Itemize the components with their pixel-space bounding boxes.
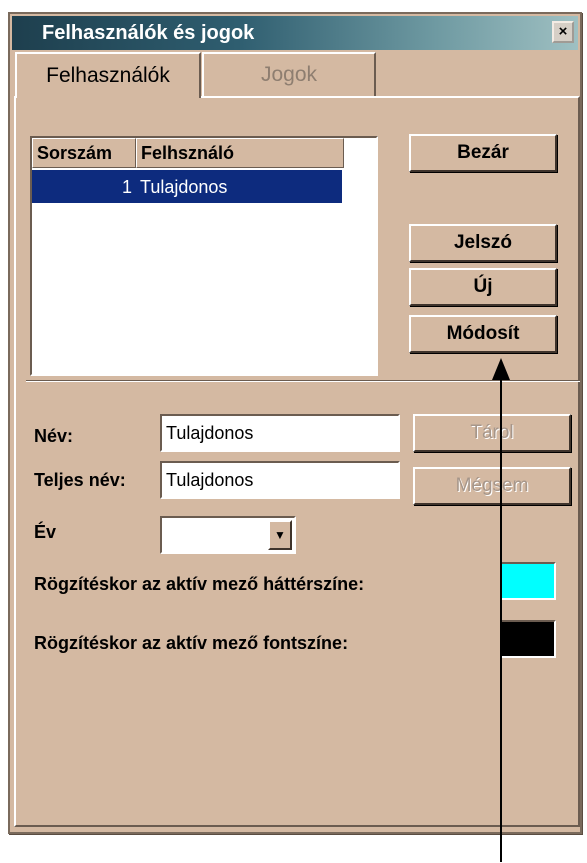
close-button[interactable]: Bezár <box>409 134 557 172</box>
close-icon[interactable]: × <box>552 21 574 43</box>
section-divider <box>26 380 580 382</box>
users-list[interactable]: Sorszám Felhsználó 1 Tulajdonos <box>30 136 378 376</box>
store-button[interactable]: Tárol <box>413 414 571 452</box>
modify-button[interactable]: Módosít <box>409 315 557 353</box>
year-select[interactable]: ▼ <box>160 516 296 554</box>
bg-color-swatch[interactable] <box>500 562 556 600</box>
fullname-label: Teljes név: <box>34 470 126 490</box>
row-number: 1 <box>121 177 132 197</box>
bg-color-label: Rögzítéskor az aktív mező háttérszíne: <box>34 574 365 594</box>
name-label: Név: <box>34 426 74 446</box>
title-bar[interactable]: Felhasználók és jogok × <box>12 16 578 50</box>
table-row[interactable]: 1 Tulajdonos <box>32 170 342 203</box>
row-username: Tulajdonos <box>140 177 228 197</box>
password-button[interactable]: Jelszó <box>409 224 557 262</box>
new-button[interactable]: Új <box>409 268 557 306</box>
annotation-arrow-line <box>500 372 502 862</box>
column-header-number[interactable]: Sorszám <box>32 138 136 168</box>
arrow-up-icon <box>492 358 510 380</box>
font-color-label: Rögzítéskor az aktív mező fontszíne: <box>34 633 349 653</box>
cancel-button[interactable]: Mégsem <box>413 467 571 505</box>
tab-users[interactable]: Felhasználók <box>15 52 201 98</box>
window-title: Felhasználók és jogok <box>42 22 255 44</box>
name-field[interactable]: Tulajdonos <box>160 414 400 452</box>
year-label: Év <box>34 522 57 542</box>
font-color-swatch[interactable] <box>500 620 556 658</box>
chevron-down-icon[interactable]: ▼ <box>268 520 292 550</box>
fullname-field[interactable]: Tulajdonos <box>160 461 400 499</box>
column-header-user[interactable]: Felhsználó <box>136 138 344 168</box>
tab-rights[interactable]: Jogok <box>202 52 376 96</box>
